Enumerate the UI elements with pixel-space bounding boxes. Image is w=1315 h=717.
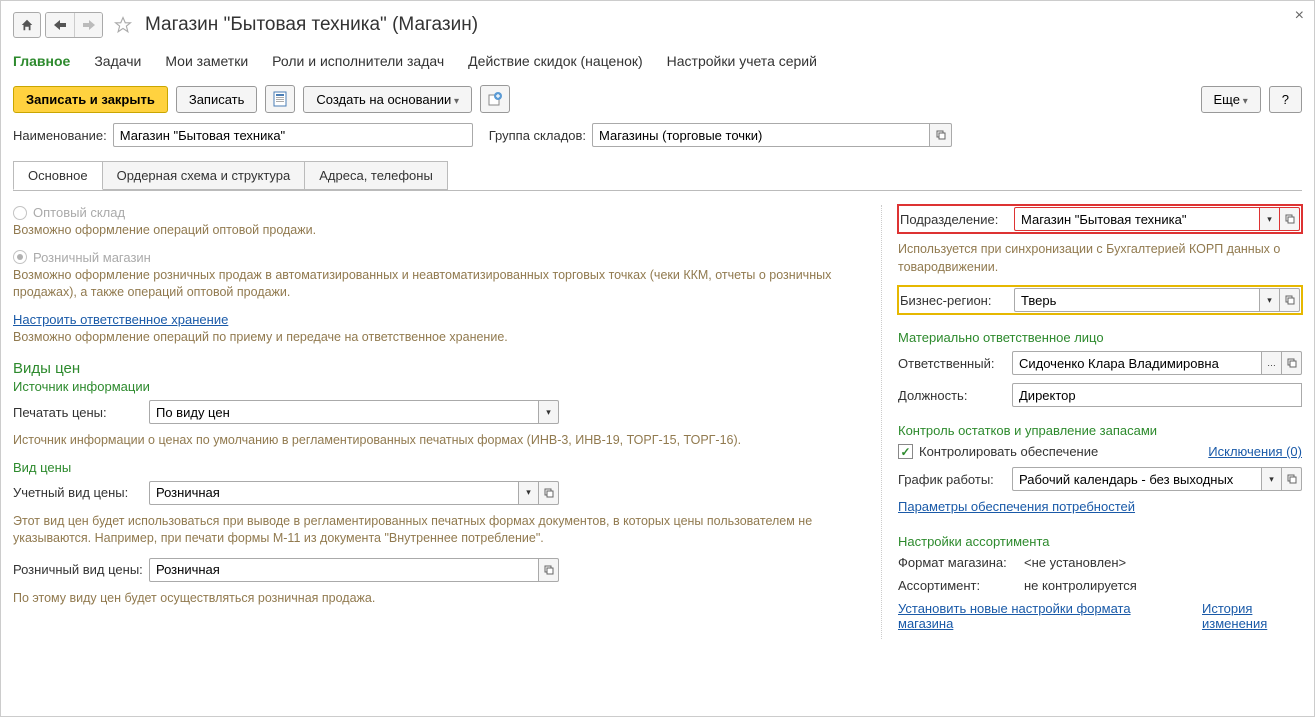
name-input[interactable] (113, 123, 473, 147)
region-open-icon[interactable] (1280, 288, 1300, 312)
radio-retail (13, 250, 27, 264)
position-input[interactable] (1012, 383, 1302, 407)
radio-retail-label: Розничный магазин (33, 250, 151, 265)
account-price-dropdown-icon[interactable]: ▾ (519, 481, 539, 505)
close-icon[interactable]: × (1295, 7, 1304, 25)
link-new-format-settings[interactable]: Установить новые настройки формата магаз… (898, 601, 1138, 631)
link-history[interactable]: История изменения (1202, 601, 1302, 631)
tab-notes[interactable]: Мои заметки (165, 53, 248, 73)
nav-forward-button[interactable] (74, 13, 102, 37)
print-prices-dropdown-icon[interactable]: ▾ (539, 400, 559, 424)
print-prices-input[interactable] (149, 400, 539, 424)
assortment-value: не контролируется (1024, 578, 1137, 593)
account-price-label: Учетный вид цены: (13, 485, 143, 500)
group-label: Группа складов: (489, 128, 586, 143)
section-stock: Контроль остатков и управление запасами (898, 423, 1302, 438)
subtab-addresses[interactable]: Адреса, телефоны (304, 161, 448, 190)
save-and-close-button[interactable]: Записать и закрыть (13, 86, 168, 113)
more-button[interactable]: Еще (1201, 86, 1261, 113)
report-button[interactable] (265, 85, 295, 113)
schedule-dropdown-icon[interactable]: ▾ (1262, 467, 1282, 491)
retail-price-open-icon[interactable] (539, 558, 559, 582)
subtab-main[interactable]: Основное (13, 161, 103, 190)
radio-wholesale-label: Оптовый склад (33, 205, 125, 220)
department-input[interactable] (1014, 207, 1260, 231)
favorite-star-icon[interactable] (111, 13, 135, 37)
section-mol: Материально ответственное лицо (898, 330, 1302, 345)
save-button[interactable]: Записать (176, 86, 258, 113)
region-dropdown-icon[interactable]: ▾ (1260, 288, 1280, 312)
assortment-label: Ассортимент: (898, 578, 1018, 593)
responsible-more-icon[interactable]: … (1262, 351, 1282, 375)
radio-wholesale (13, 206, 27, 220)
account-price-open-icon[interactable] (539, 481, 559, 505)
schedule-input[interactable] (1012, 467, 1262, 491)
hint-source: Источник информации о ценах по умолчанию… (13, 432, 865, 450)
section-assortment: Настройки ассортимента (898, 534, 1302, 549)
retail-price-input[interactable] (149, 558, 539, 582)
tab-main[interactable]: Главное (13, 53, 70, 73)
link-exceptions[interactable]: Исключения (0) (1208, 444, 1302, 459)
group-input[interactable] (592, 123, 930, 147)
hint-storage: Возможно оформление операций по приему и… (13, 329, 865, 347)
responsible-label: Ответственный: (898, 356, 1006, 371)
subtab-order-scheme[interactable]: Ордерная схема и структура (102, 161, 306, 190)
section-prices: Виды цен (13, 360, 865, 377)
format-value: <не установлен> (1024, 555, 1126, 570)
control-checkbox-label: Контролировать обеспечение (919, 444, 1098, 459)
name-label: Наименование: (13, 128, 107, 143)
retail-price-label: Розничный вид цены: (13, 562, 143, 577)
print-prices-label: Печатать цены: (13, 405, 143, 420)
hint-retail-price: По этому виду цен будет осуществляться р… (13, 590, 865, 608)
nav-back-button[interactable] (46, 13, 74, 37)
department-dropdown-icon[interactable]: ▾ (1260, 207, 1280, 231)
region-input[interactable] (1014, 288, 1260, 312)
control-checkbox[interactable] (898, 444, 913, 459)
schedule-label: График работы: (898, 472, 1006, 487)
hint-account: Этот вид цен будет использоваться при вы… (13, 513, 865, 548)
subsection-pricetype: Вид цены (13, 460, 865, 475)
responsible-open-icon[interactable] (1282, 351, 1302, 375)
format-label: Формат магазина: (898, 555, 1018, 570)
tab-tasks[interactable]: Задачи (94, 53, 141, 73)
page-title: Магазин "Бытовая техника" (Магазин) (145, 14, 478, 36)
home-button[interactable] (13, 12, 41, 38)
tab-series[interactable]: Настройки учета серий (667, 53, 817, 73)
schedule-open-icon[interactable] (1282, 467, 1302, 491)
subsection-source: Источник информации (13, 379, 865, 394)
region-label: Бизнес-регион: (900, 293, 1008, 308)
link-responsible-storage[interactable]: Настроить ответственное хранение (13, 312, 228, 327)
hint-department: Используется при синхронизации с Бухгалт… (898, 241, 1302, 276)
responsible-input[interactable] (1012, 351, 1262, 375)
link-supply-params[interactable]: Параметры обеспечения потребностей (898, 499, 1135, 514)
help-button[interactable]: ? (1269, 86, 1302, 113)
tab-discounts[interactable]: Действие скидок (наценок) (468, 53, 642, 73)
hint-wholesale: Возможно оформление операций оптовой про… (13, 222, 865, 240)
position-label: Должность: (898, 388, 1006, 403)
department-label: Подразделение: (900, 212, 1008, 227)
create-based-on-button[interactable]: Создать на основании (303, 86, 472, 113)
attach-button[interactable] (480, 85, 510, 113)
department-open-icon[interactable] (1280, 207, 1300, 231)
group-open-button[interactable] (930, 123, 952, 147)
tab-roles[interactable]: Роли и исполнители задач (272, 53, 444, 73)
account-price-input[interactable] (149, 481, 519, 505)
hint-retail: Возможно оформление розничных продаж в а… (13, 267, 865, 302)
